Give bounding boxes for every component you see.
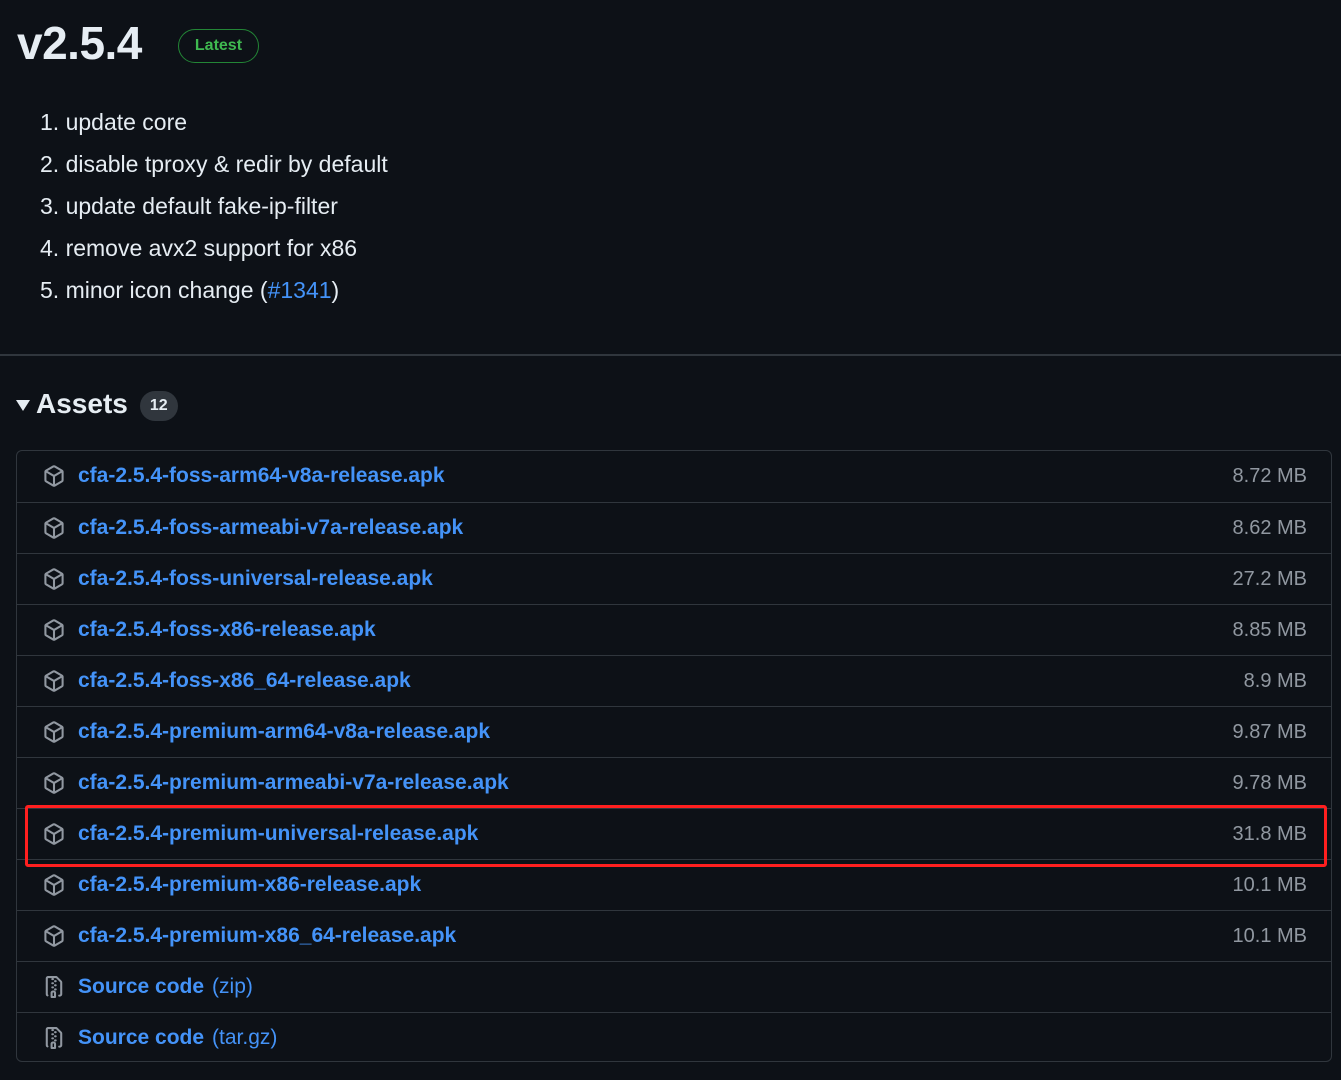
- asset-row: cfa-2.5.4-foss-arm64-v8a-release.apk 8.72…: [17, 451, 1331, 502]
- asset-row: cfa-2.5.4-premium-x86-release.apk 10.1 MB: [17, 859, 1331, 910]
- file-zip-icon: [43, 976, 65, 998]
- caret-down-icon[interactable]: [16, 400, 30, 411]
- package-icon: [43, 568, 65, 590]
- asset-link[interactable]: cfa-2.5.4-premium-arm64-v8a-release.apk: [78, 720, 490, 744]
- package-icon: [43, 619, 65, 641]
- source-code-link[interactable]: Source code (zip): [78, 975, 253, 999]
- asset-link[interactable]: cfa-2.5.4-premium-armeabi-v7a-release.ap…: [78, 771, 509, 795]
- asset-size: 10.1 MB: [1232, 925, 1307, 947]
- note-text: 5. minor icon change (: [40, 277, 268, 303]
- asset-link[interactable]: cfa-2.5.4-foss-universal-release.apk: [78, 567, 433, 591]
- note-text-suffix: ): [331, 277, 340, 303]
- asset-size: 10.1 MB: [1232, 874, 1307, 896]
- note-text: 1. update core: [40, 109, 188, 135]
- asset-row: cfa-2.5.4-foss-universal-release.apk 27.2…: [17, 553, 1331, 604]
- asset-row: cfa-2.5.4-premium-universal-release.apk 3…: [17, 808, 1331, 859]
- asset-size: 31.8 MB: [1232, 823, 1307, 845]
- package-icon: [43, 517, 65, 539]
- source-row: Source code (zip): [17, 961, 1331, 1012]
- source-code-label[interactable]: Source code: [78, 1026, 204, 1049]
- package-icon: [43, 721, 65, 743]
- asset-size: 8.62 MB: [1232, 517, 1307, 539]
- package-icon: [43, 925, 65, 947]
- asset-link[interactable]: cfa-2.5.4-foss-x86_64-release.apk: [78, 669, 411, 693]
- package-icon: [43, 874, 65, 896]
- asset-size: 27.2 MB: [1232, 568, 1307, 590]
- note-item: 3. update default fake-ip-filter: [40, 185, 388, 227]
- asset-size: 8.85 MB: [1232, 619, 1307, 641]
- note-item: 4. remove avx2 support for x86: [40, 227, 388, 269]
- asset-link[interactable]: cfa-2.5.4-premium-x86-release.apk: [78, 873, 421, 897]
- assets-header[interactable]: Assets 12: [16, 387, 178, 421]
- package-icon: [43, 823, 65, 845]
- note-item: 5. minor icon change (#1341): [40, 269, 388, 311]
- note-item: 1. update core: [40, 101, 388, 143]
- asset-row: cfa-2.5.4-premium-armeabi-v7a-release.ap…: [17, 757, 1331, 808]
- package-icon: [43, 465, 65, 487]
- release-notes: 1. update core 2. disable tproxy & redir…: [40, 101, 388, 311]
- note-item: 2. disable tproxy & redir by default: [40, 143, 388, 185]
- asset-link[interactable]: cfa-2.5.4-foss-armeabi-v7a-release.apk: [78, 516, 463, 540]
- source-code-link[interactable]: Source code (tar.gz): [78, 1026, 277, 1050]
- assets-count-badge: 12: [139, 391, 178, 421]
- note-text: 3. update default fake-ip-filter: [40, 193, 338, 219]
- asset-row: cfa-2.5.4-premium-arm64-v8a-release.apk 9…: [17, 706, 1331, 757]
- note-text: 2. disable tproxy & redir by default: [40, 151, 388, 177]
- asset-row: cfa-2.5.4-premium-x86_64-release.apk 10.1…: [17, 910, 1331, 961]
- release-header: v2.5.4 Latest: [17, 16, 260, 70]
- asset-link[interactable]: cfa-2.5.4-premium-x86_64-release.apk: [78, 924, 456, 948]
- source-code-label[interactable]: Source code: [78, 975, 204, 998]
- asset-link[interactable]: cfa-2.5.4-foss-arm64-v8a-release.apk: [78, 464, 445, 488]
- source-row: Source code (tar.gz): [17, 1012, 1331, 1061]
- asset-size: 9.87 MB: [1232, 721, 1307, 743]
- source-code-ext[interactable]: (tar.gz): [212, 1026, 277, 1049]
- asset-row: cfa-2.5.4-foss-x86_64-release.apk 8.9 MB: [17, 655, 1331, 706]
- release-version[interactable]: v2.5.4: [17, 16, 142, 70]
- asset-row: cfa-2.5.4-foss-x86-release.apk 8.85 MB: [17, 604, 1331, 655]
- file-zip-icon: [43, 1027, 65, 1049]
- assets-list: cfa-2.5.4-foss-arm64-v8a-release.apk 8.72…: [16, 450, 1332, 1062]
- source-code-ext[interactable]: (zip): [212, 975, 253, 998]
- asset-size: 9.78 MB: [1232, 772, 1307, 794]
- assets-title[interactable]: Assets: [36, 388, 128, 420]
- asset-link[interactable]: cfa-2.5.4-premium-universal-release.apk: [78, 822, 478, 846]
- asset-size: 8.72 MB: [1232, 465, 1307, 487]
- asset-link[interactable]: cfa-2.5.4-foss-x86-release.apk: [78, 618, 376, 642]
- asset-row: cfa-2.5.4-foss-armeabi-v7a-release.apk 8.…: [17, 502, 1331, 553]
- section-divider: [0, 354, 1341, 356]
- package-icon: [43, 670, 65, 692]
- note-text: 4. remove avx2 support for x86: [40, 235, 358, 261]
- release-page: v2.5.4 Latest 1. update core 2. disable …: [0, 0, 1341, 1080]
- issue-link[interactable]: #1341: [268, 277, 332, 303]
- package-icon: [43, 772, 65, 794]
- latest-badge: Latest: [177, 29, 260, 63]
- asset-size: 8.9 MB: [1243, 670, 1307, 692]
